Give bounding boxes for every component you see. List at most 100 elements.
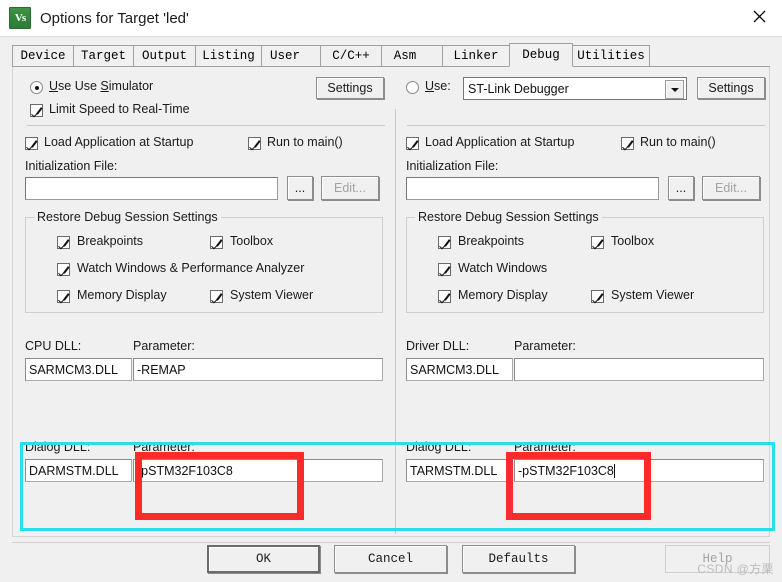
right-breakpoints-label[interactable]: Breakpoints	[458, 234, 524, 248]
ok-button[interactable]: OK	[207, 545, 320, 573]
simulator-settings-button[interactable]: Settings	[316, 77, 384, 99]
left-system-viewer-checkbox[interactable]	[210, 290, 223, 303]
tab-output[interactable]: Output	[133, 45, 196, 66]
right-toolbox-label[interactable]: Toolbox	[611, 234, 654, 248]
use-debugger-radio[interactable]	[406, 81, 419, 94]
left-browse-label: ...	[294, 181, 306, 195]
cancel-button-label: Cancel	[367, 552, 413, 566]
tab-output-label: Output	[141, 49, 187, 63]
tab-device-label: Device	[20, 49, 66, 63]
debugger-select-value: ST-Link Debugger	[468, 81, 569, 96]
chevron-down-icon[interactable]	[665, 80, 684, 99]
left-memory-display-checkbox[interactable]	[57, 290, 70, 303]
right-restore-group: Restore Debug Session Settings Breakpoin…	[406, 210, 764, 313]
limit-speed-label[interactable]: Limit Speed to Real-Time	[49, 102, 190, 116]
tab-utilities[interactable]: Utilities	[572, 45, 650, 66]
tab-cpp[interactable]: C/C++	[320, 45, 382, 66]
left-dialog-dll-input[interactable]: DARMSTM.DLL	[25, 459, 132, 482]
tab-listing[interactable]: Listing	[195, 45, 262, 66]
right-system-viewer-label[interactable]: System Viewer	[611, 288, 694, 302]
tab-listing-label: Listing	[202, 49, 255, 63]
left-dialog-parameter-input[interactable]: -pSTM32F103C8	[133, 459, 383, 482]
tab-target[interactable]: Target	[73, 45, 134, 66]
tab-user-label: User	[269, 49, 300, 63]
window-title: Options for Target 'led'	[40, 9, 189, 27]
use-debugger-label[interactable]: Use:	[425, 79, 451, 93]
left-dialog-parameter-value: -pSTM32F103C8	[137, 463, 233, 478]
tab-user[interactable]: User	[261, 45, 321, 66]
left-breakpoints-label[interactable]: Breakpoints	[77, 234, 143, 248]
limit-speed-checkbox[interactable]	[30, 104, 43, 117]
right-init-file-label: Initialization File:	[406, 159, 499, 173]
debugger-settings-button[interactable]: Settings	[697, 77, 765, 99]
right-watch-windows-checkbox[interactable]	[438, 263, 451, 276]
cpu-parameter-value: -REMAP	[137, 362, 186, 377]
tab-device[interactable]: Device	[12, 45, 74, 66]
right-memory-display-checkbox[interactable]	[438, 290, 451, 303]
right-system-viewer-checkbox[interactable]	[591, 290, 604, 303]
right-toolbox-checkbox[interactable]	[591, 236, 604, 249]
driver-parameter-label: Parameter:	[514, 339, 576, 353]
defaults-button[interactable]: Defaults	[462, 545, 575, 573]
cancel-button[interactable]: Cancel	[334, 545, 447, 573]
driver-dll-label: Driver DLL:	[406, 339, 470, 353]
debug-tab-panel: Use Use SimulatorUse Simulator Settings …	[12, 67, 770, 537]
right-dialog-parameter-input[interactable]: -pSTM32F103C8	[514, 459, 764, 482]
driver-dll-input[interactable]: SARMCM3.DLL	[406, 358, 513, 381]
left-system-viewer-label[interactable]: System Viewer	[230, 288, 313, 302]
simulator-settings-label: Settings	[327, 81, 373, 95]
left-toolbox-label[interactable]: Toolbox	[230, 234, 273, 248]
left-run-to-main-label[interactable]: Run to main()	[267, 135, 343, 149]
left-init-file-input[interactable]	[25, 177, 278, 200]
left-load-app-label[interactable]: Load Application at Startup	[44, 135, 193, 149]
left-watch-windows-label[interactable]: Watch Windows & Performance Analyzer	[77, 261, 304, 275]
footer-separator	[12, 542, 770, 543]
watermark: CSDN @方栗	[697, 562, 774, 576]
use-simulator-label[interactable]: Use Use SimulatorUse Simulator	[49, 79, 153, 93]
use-simulator-radio[interactable]	[30, 81, 43, 94]
debugger-select[interactable]: ST-Link Debugger	[463, 77, 687, 100]
right-watch-windows-label[interactable]: Watch Windows	[458, 261, 547, 275]
left-browse-button[interactable]: ...	[287, 176, 313, 200]
right-load-app-label[interactable]: Load Application at Startup	[425, 135, 574, 149]
left-load-app-checkbox[interactable]	[25, 137, 38, 150]
left-dialog-parameter-label: Parameter:	[133, 440, 195, 454]
right-run-to-main-checkbox[interactable]	[621, 137, 634, 150]
right-dialog-dll-value: TARMSTM.DLL	[410, 463, 498, 478]
left-breakpoints-checkbox[interactable]	[57, 236, 70, 249]
right-breakpoints-checkbox[interactable]	[438, 236, 451, 249]
driver-parameter-input[interactable]	[514, 358, 764, 381]
left-watch-windows-checkbox[interactable]	[57, 263, 70, 276]
cpu-parameter-label: Parameter:	[133, 339, 195, 353]
right-load-app-checkbox[interactable]	[406, 137, 419, 150]
right-memory-display-label[interactable]: Memory Display	[458, 288, 548, 302]
right-browse-label: ...	[675, 181, 687, 195]
left-toolbox-checkbox[interactable]	[210, 236, 223, 249]
right-dialog-parameter-value: -pSTM32F103C8	[518, 463, 614, 478]
left-run-to-main-checkbox[interactable]	[248, 137, 261, 150]
right-edit-button[interactable]: Edit...	[702, 176, 760, 200]
right-panel-divider	[407, 125, 765, 126]
right-dialog-dll-input[interactable]: TARMSTM.DLL	[406, 459, 513, 482]
right-edit-label: Edit...	[715, 181, 747, 195]
left-dialog-dll-label: Dialog DLL:	[25, 440, 91, 454]
right-browse-button[interactable]: ...	[668, 176, 694, 200]
cpu-dll-label: CPU DLL:	[25, 339, 82, 353]
right-restore-group-title: Restore Debug Session Settings	[415, 210, 602, 224]
options-dialog: Device Target Output Listing User C/C++ …	[0, 36, 782, 582]
tab-debug-label: Debug	[522, 48, 560, 62]
tab-debug[interactable]: Debug	[509, 43, 573, 67]
left-restore-group-title: Restore Debug Session Settings	[34, 210, 221, 224]
tab-linker[interactable]: Linker	[442, 45, 510, 66]
right-run-to-main-label[interactable]: Run to main()	[640, 135, 716, 149]
close-icon[interactable]	[736, 0, 782, 32]
cpu-parameter-input[interactable]: -REMAP	[133, 358, 383, 381]
left-memory-display-label[interactable]: Memory Display	[77, 288, 167, 302]
left-edit-button[interactable]: Edit...	[321, 176, 379, 200]
right-init-file-input[interactable]	[406, 177, 659, 200]
tab-target-label: Target	[80, 49, 126, 63]
tab-asm[interactable]: Asm	[381, 45, 443, 66]
cpu-dll-input[interactable]: SARMCM3.DLL	[25, 358, 132, 381]
tab-utilities-label: Utilities	[577, 49, 645, 63]
left-init-file-label: Initialization File:	[25, 159, 118, 173]
